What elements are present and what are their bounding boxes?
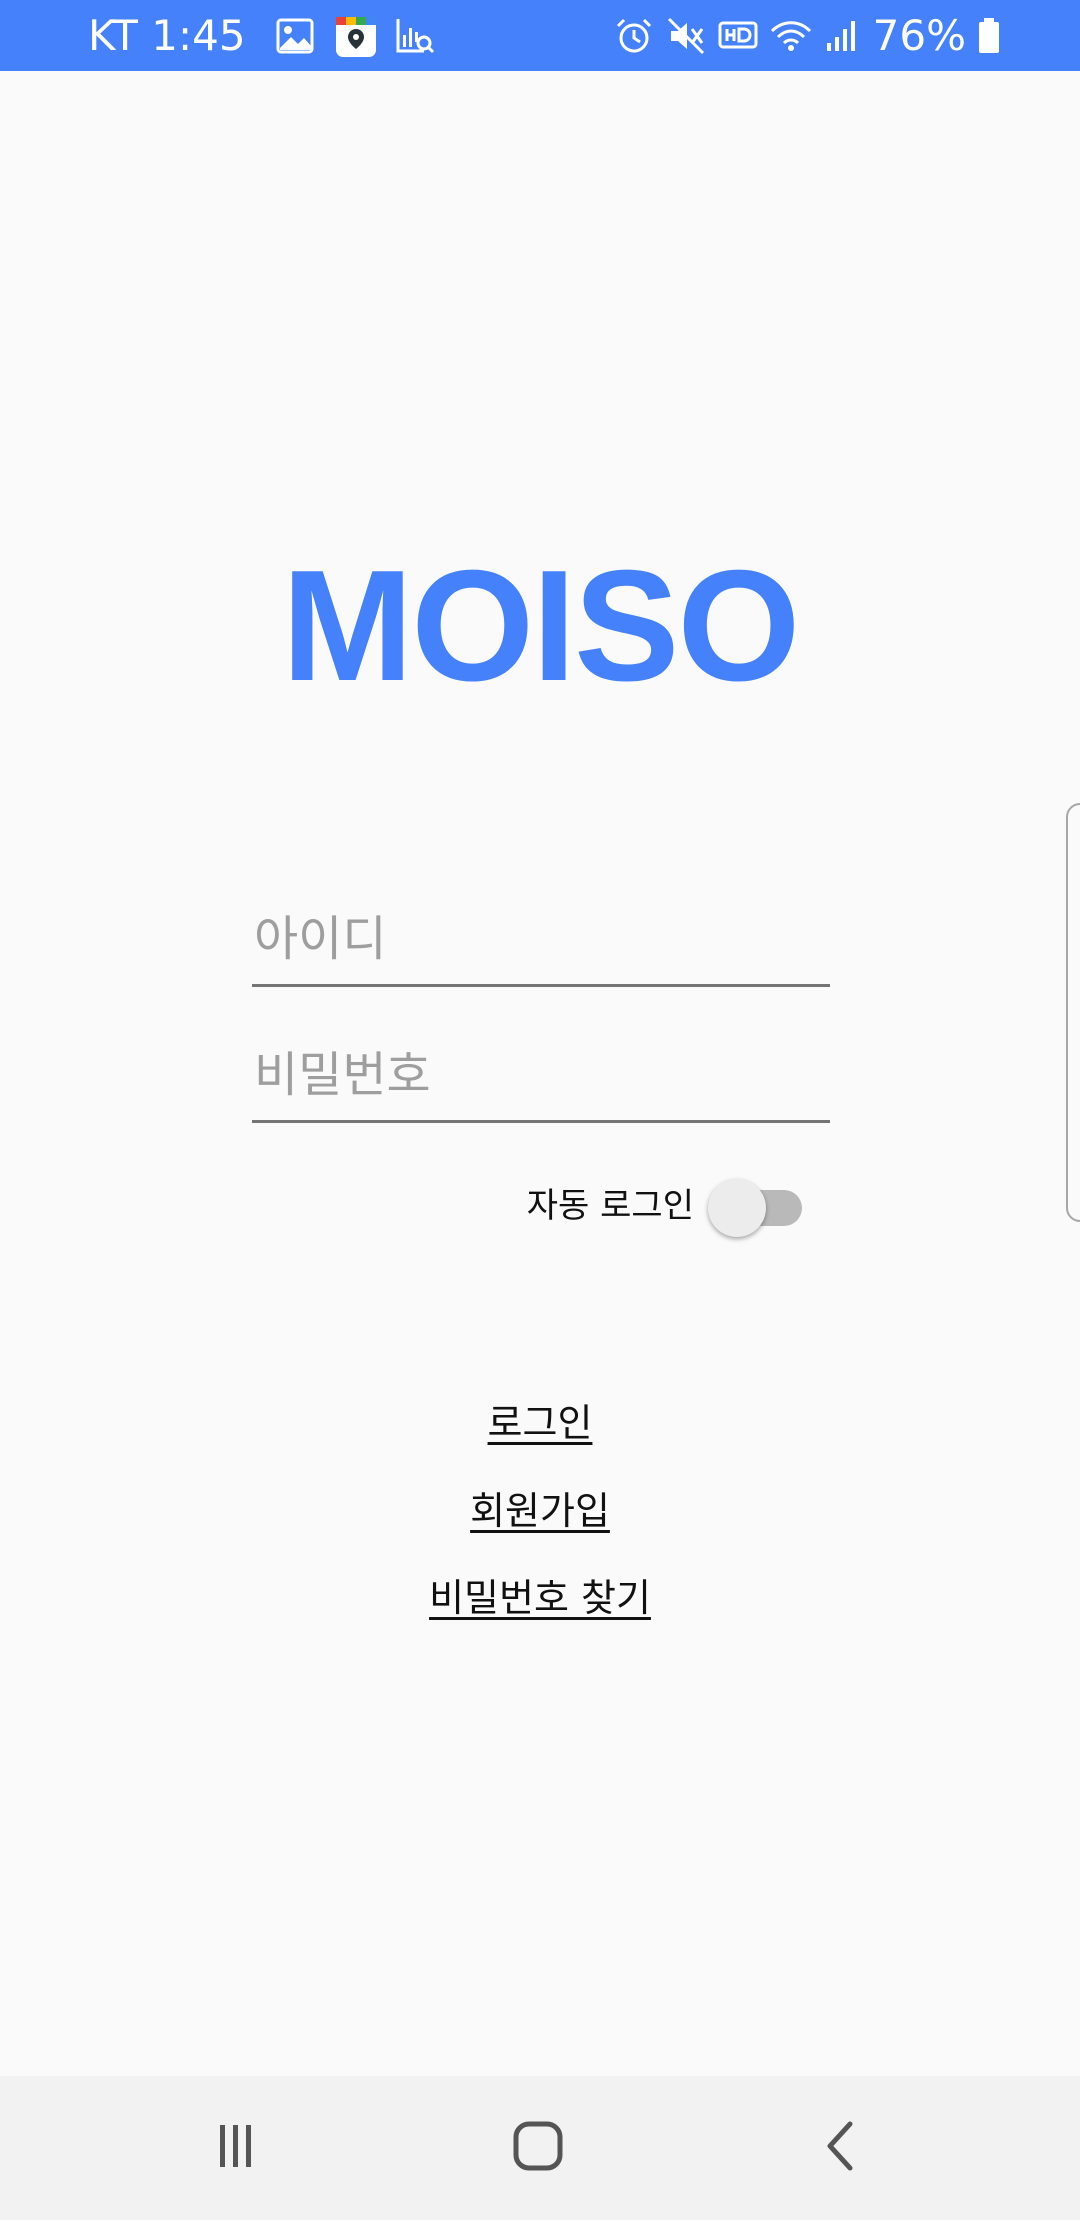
- alarm-icon: [613, 15, 655, 57]
- recent-apps-icon: [211, 2121, 261, 2175]
- navigation-bar: [0, 2076, 1080, 2220]
- map-app-icon: [334, 15, 376, 57]
- recent-apps-button[interactable]: [136, 2076, 336, 2220]
- battery-percent: 76%: [872, 11, 966, 60]
- auto-login-switch[interactable]: [708, 1172, 808, 1237]
- app-logo: MOISO: [281, 538, 801, 714]
- auto-login-label: 자동 로그인: [526, 1185, 694, 1226]
- status-bar: KT 1:45 76%: [0, 0, 1080, 71]
- gallery-icon: [274, 15, 316, 57]
- hd-voice-icon: [717, 15, 759, 57]
- home-icon: [512, 2120, 564, 2176]
- battery-icon: [976, 15, 1002, 57]
- status-bar-left: KT 1:45: [88, 0, 436, 71]
- home-button[interactable]: [438, 2076, 638, 2220]
- chart-search-icon: [394, 15, 436, 57]
- login-button[interactable]: 로그인: [0, 1392, 1080, 1447]
- back-button[interactable]: [740, 2076, 940, 2220]
- back-icon: [820, 2120, 860, 2176]
- status-bar-right: 76%: [613, 0, 1002, 71]
- find-password-button[interactable]: 비밀번호 찾기: [0, 1567, 1080, 1622]
- password-input[interactable]: [252, 1040, 830, 1123]
- mute-icon: [665, 15, 707, 57]
- id-input[interactable]: [252, 904, 830, 987]
- edge-panel-handle[interactable]: [1066, 803, 1080, 1222]
- wifi-icon: [769, 15, 811, 57]
- carrier-time: KT 1:45: [88, 11, 246, 60]
- switch-thumb: [708, 1179, 766, 1237]
- auto-login-row: 자동 로그인: [526, 1172, 808, 1237]
- signup-button[interactable]: 회원가입: [0, 1480, 1080, 1535]
- signal-icon: [821, 15, 863, 57]
